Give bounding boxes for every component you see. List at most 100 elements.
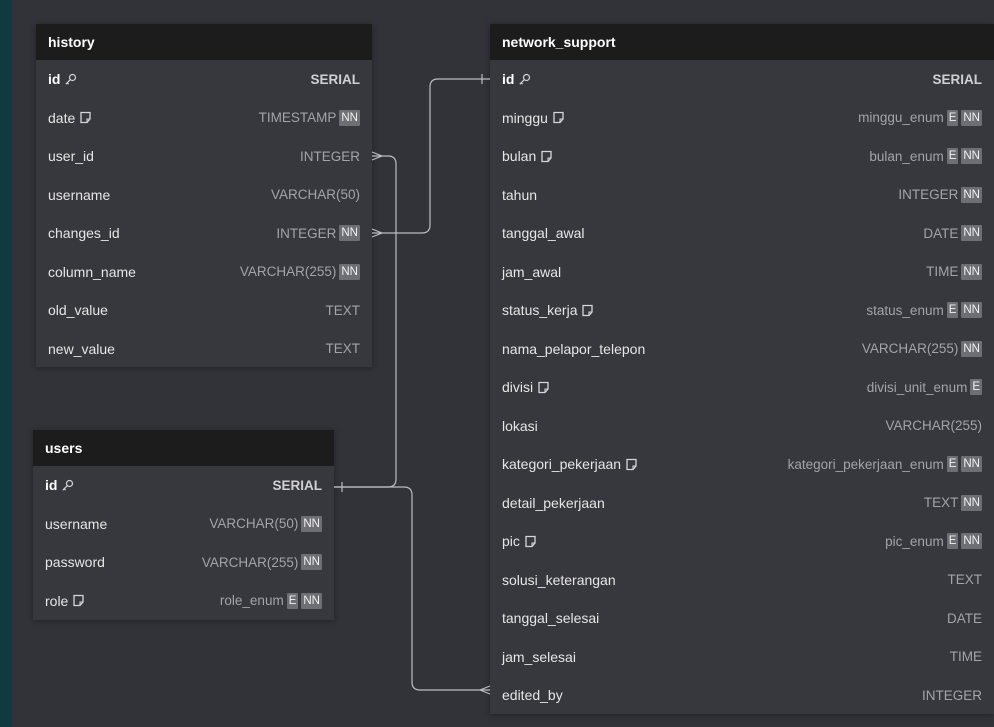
column-row-date[interactable]: date TIMESTAMP NN <box>36 99 372 138</box>
column-type: kategori_pekerjaan_enum <box>787 456 944 472</box>
column-name: jam_selesai <box>502 649 950 665</box>
column-name-text: status_kerja <box>502 302 578 319</box>
column-name-text: changes_id <box>48 225 120 242</box>
note-icon <box>540 150 553 163</box>
column-type-group: SERIAL <box>932 72 982 87</box>
enum-badge: E <box>946 533 959 550</box>
column-type-group: VARCHAR(255) <box>885 418 982 433</box>
column-row-nama-pelapor-telepon[interactable]: nama_pelapor_telepon VARCHAR(255) NN <box>490 330 994 369</box>
column-name: username <box>45 516 209 532</box>
column-name: tahun <box>502 187 898 203</box>
column-name: lokasi <box>502 418 885 434</box>
column-type-group: role_enum E NN <box>219 592 322 609</box>
column-type: VARCHAR(255) <box>885 418 982 434</box>
column-name-text: user_id <box>48 148 94 165</box>
column-name-text: username <box>48 186 111 203</box>
column-type-group: TEXT <box>947 572 982 587</box>
column-row-id[interactable]: id SERIAL <box>33 466 334 505</box>
key-icon <box>61 479 74 492</box>
column-name-text: divisi <box>502 379 534 396</box>
column-type-group: VARCHAR(255) NN <box>202 554 322 571</box>
enum-badge: E <box>946 302 959 319</box>
column-row-bulan[interactable]: bulan bulan_enum E NN <box>490 137 994 176</box>
column-row-tahun[interactable]: tahun INTEGER NN <box>490 176 994 215</box>
column-name-text: edited_by <box>502 687 563 704</box>
column-type-group: TEXT NN <box>924 494 982 511</box>
column-row-divisi[interactable]: divisi divisi_unit_enum E <box>490 368 994 407</box>
not-null-badge: NN <box>961 494 982 511</box>
column-type: DATE <box>923 225 959 241</box>
column-row-kategori-pekerjaan[interactable]: kategori_pekerjaan kategori_pekerjaan_enu… <box>490 445 994 484</box>
enum-badge: E <box>946 109 959 126</box>
column-type-group: SERIAL <box>310 72 360 87</box>
column-name: new_value <box>48 341 325 357</box>
not-null-badge: NN <box>961 302 982 319</box>
column-type-group: VARCHAR(255) NN <box>239 263 360 280</box>
column-type: VARCHAR(50) <box>209 516 299 532</box>
diagram-canvas[interactable]: history id SERIAL date TIMESTAMP NN user_id IN… <box>12 0 994 727</box>
column-name: user_id <box>48 148 300 164</box>
column-row-column-name[interactable]: column_name VARCHAR(255) NN <box>36 253 372 292</box>
column-name-text: kategori_pekerjaan <box>502 456 622 473</box>
key-icon <box>518 73 531 86</box>
column-row-password[interactable]: password VARCHAR(255) NN <box>33 543 334 582</box>
edge-users-id-to-network-support-edited-by[interactable] <box>334 486 490 691</box>
not-null-badge: NN <box>339 263 360 280</box>
column-row-tanggal-selesai[interactable]: tanggal_selesai DATE <box>490 599 994 638</box>
column-name-text: minggu <box>502 109 548 126</box>
column-type: role_enum <box>219 593 284 609</box>
column-name-text: role <box>45 592 69 609</box>
column-row-jam-selesai[interactable]: jam_selesai TIME <box>490 638 994 677</box>
column-name: column_name <box>48 264 240 280</box>
column-name: detail_pekerjaan <box>502 495 924 511</box>
column-row-jam-awal[interactable]: jam_awal TIME NN <box>490 253 994 292</box>
column-row-user-id[interactable]: user_id INTEGER <box>36 137 372 176</box>
column-type-group: INTEGER NN <box>898 186 982 203</box>
column-row-solusi-keterangan[interactable]: solusi_keterangan TEXT <box>490 561 994 600</box>
column-row-old-value[interactable]: old_value TEXT <box>36 291 372 330</box>
column-name-text: new_value <box>48 340 115 357</box>
enum-badge: E <box>286 592 299 609</box>
column-type-group: SERIAL <box>272 478 322 493</box>
note-icon <box>581 304 594 317</box>
column-row-tanggal-awal[interactable]: tanggal_awal DATE NN <box>490 214 994 253</box>
column-row-edited-by[interactable]: edited_by INTEGER <box>490 676 994 715</box>
column-type-group: bulan_enum E NN <box>869 148 982 165</box>
column-type: VARCHAR(255) <box>861 341 959 357</box>
table-history[interactable]: history id SERIAL date TIMESTAMP NN user_id IN… <box>36 24 372 367</box>
column-type-group: VARCHAR(50) NN <box>209 515 322 532</box>
column-row-id[interactable]: id SERIAL <box>36 60 372 99</box>
table-network-support[interactable]: network_support id SERIAL minggu minggu_enu… <box>490 24 994 714</box>
column-row-username[interactable]: username VARCHAR(50) <box>36 176 372 215</box>
not-null-badge: NN <box>961 109 982 126</box>
column-row-role[interactable]: role role_enum E NN <box>33 582 334 621</box>
column-row-changes-id[interactable]: changes_id INTEGER NN <box>36 214 372 253</box>
column-name: tanggal_selesai <box>502 610 947 626</box>
table-users[interactable]: users id SERIAL username VARCHAR(50) NN passw… <box>33 430 334 620</box>
column-type: divisi_unit_enum <box>866 379 968 395</box>
column-type: INTEGER <box>276 225 337 241</box>
column-type-group: DATE NN <box>923 225 982 242</box>
column-type-group: INTEGER NN <box>276 225 360 242</box>
note-icon <box>79 111 92 124</box>
column-type-group: divisi_unit_enum E <box>866 379 982 396</box>
column-row-new-value[interactable]: new_value TEXT <box>36 330 372 369</box>
column-row-pic[interactable]: pic pic_enum E NN <box>490 522 994 561</box>
column-row-lokasi[interactable]: lokasi VARCHAR(255) <box>490 407 994 446</box>
enum-badge: E <box>946 148 959 165</box>
not-null-badge: NN <box>301 515 322 532</box>
column-type: SERIAL <box>272 477 322 493</box>
not-null-badge: NN <box>339 225 360 242</box>
column-row-detail-pekerjaan[interactable]: detail_pekerjaan TEXT NN <box>490 484 994 523</box>
column-row-minggu[interactable]: minggu minggu_enum E NN <box>490 99 994 138</box>
column-row-id[interactable]: id SERIAL <box>490 60 994 99</box>
column-name-text: password <box>45 554 105 571</box>
edge-history-changes-id-to-network-support-id[interactable] <box>372 78 490 234</box>
column-type-group: status_enum E NN <box>866 302 982 319</box>
not-null-badge: NN <box>961 186 982 203</box>
column-row-status-kerja[interactable]: status_kerja status_enum E NN <box>490 291 994 330</box>
column-row-username[interactable]: username VARCHAR(50) NN <box>33 505 334 544</box>
column-type-group: TEXT <box>325 341 360 356</box>
column-type: VARCHAR(255) <box>239 264 337 280</box>
column-type-group: kategori_pekerjaan_enum E NN <box>787 456 982 473</box>
